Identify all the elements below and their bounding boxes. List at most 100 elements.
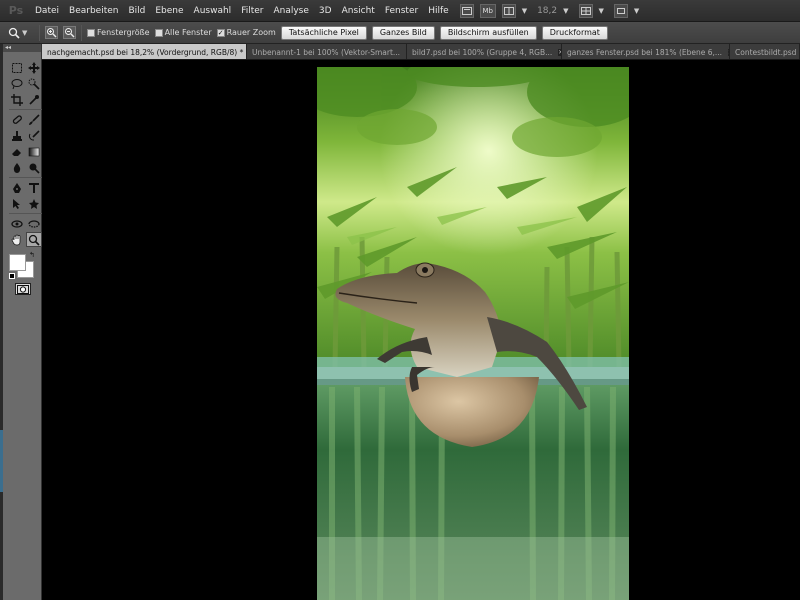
chevron-down-icon[interactable]: ▼ [634,7,639,15]
eyedropper-icon [29,94,39,105]
eyedropper-tool[interactable] [26,92,42,107]
quick-selection-tool[interactable] [26,76,42,91]
healing-brush-tool[interactable] [9,112,25,127]
lasso-icon [11,78,23,89]
zoom-tool[interactable] [26,232,42,247]
3d-camera-tool[interactable] [26,216,42,231]
fill-screen-button[interactable]: Bildschirm ausfüllen [439,25,537,40]
pen-tool[interactable] [9,180,25,195]
type-tool[interactable] [26,180,42,195]
mini-bridge-label: Mb [482,6,493,15]
screen-mode-icon [616,7,625,14]
menu-3d[interactable]: 3D [314,0,337,22]
fit-screen-button[interactable]: Ganzes Bild [371,25,435,40]
stamp-icon [12,130,22,141]
chevron-down-icon: ▼ [22,28,28,37]
dodge-icon [29,163,40,174]
checkbox-box[interactable] [154,28,163,37]
marquee-tool[interactable] [9,60,25,75]
3d-rotate-tool[interactable] [9,216,25,231]
bridge-button[interactable] [459,3,474,18]
menu-bar: Ps Datei Bearbeiten Bild Ebene Auswahl F… [0,0,800,22]
tab-label: bild7.psd bei 100% (Gruppe 4, RGB... [412,47,553,57]
quick-selection-icon [28,78,40,90]
options-bar: ▼ Fenstergröße Alle Fenster ✓ Rauer Zoom… [0,22,800,44]
tab-ganzes-fenster[interactable]: ganzes Fenster.psd bei 181% (Ebene 6,...… [562,44,730,59]
photoshop-window: Ps Datei Bearbeiten Bild Ebene Auswahl F… [0,0,800,600]
hand-tool[interactable] [9,232,25,247]
extras-button[interactable] [501,3,516,18]
checkbox-box[interactable] [87,28,95,37]
healing-brush-icon [12,114,22,124]
foreground-color-swatch[interactable] [9,254,26,271]
grid-icon [503,6,514,15]
type-icon [29,182,39,193]
quick-mask-button[interactable] [15,283,31,295]
arrange-documents-button[interactable] [578,3,593,18]
eraser-tool[interactable] [9,144,25,159]
dodge-tool[interactable] [26,160,42,175]
fenstergroesse-checkbox[interactable]: Fenstergröße [87,28,150,37]
fenstergroesse-label: Fenstergröße [97,28,150,37]
eraser-icon [12,148,21,156]
application-bar: Mb ▼ 18,2 ▼ ▼ ▼ [459,3,639,18]
zoom-in-button[interactable] [45,26,58,39]
menu-items: Datei Bearbeiten Bild Ebene Auswahl Filt… [30,0,454,22]
path-selection-tool[interactable] [9,196,25,211]
menu-ebene[interactable]: Ebene [150,0,188,22]
swap-colors-icon[interactable]: ↰ [29,251,35,259]
menu-datei[interactable]: Datei [30,0,64,22]
tool-divider [9,213,42,215]
clone-stamp-tool[interactable] [9,128,25,143]
zoom-in-icon [47,28,57,38]
menu-bild[interactable]: Bild [123,0,150,22]
menu-bearbeiten[interactable]: Bearbeiten [64,0,123,22]
move-tool[interactable] [26,60,42,75]
chevron-down-icon[interactable]: ▼ [599,7,604,15]
chevron-down-icon[interactable]: ▼ [522,7,527,15]
tab-unbenannt[interactable]: Unbenannt-1 bei 100% (Vektor-Smart... ✕ [247,44,407,59]
mini-bridge-button[interactable]: Mb [479,3,496,18]
path-selection-icon [13,198,20,209]
tab-bild7[interactable]: bild7.psd bei 100% (Gruppe 4, RGB... ✕ [407,44,562,59]
gradient-tool[interactable] [26,144,42,159]
pen-icon [13,182,21,193]
tool-preset-picker[interactable]: ▼ [8,27,34,39]
screen-mode-button[interactable] [613,3,628,18]
chevron-down-icon[interactable]: ▼ [563,7,568,15]
menu-ansicht[interactable]: Ansicht [337,0,380,22]
menu-analyse[interactable]: Analyse [268,0,313,22]
menu-fenster[interactable]: Fenster [380,0,423,22]
brush-tool[interactable] [26,112,42,127]
custom-shape-icon [29,198,39,209]
tools-panel-header[interactable]: ◂◂ [3,44,41,52]
brush-icon [29,113,40,125]
checkbox-box-checked[interactable]: ✓ [216,28,225,37]
blur-tool[interactable] [9,160,25,175]
zoom-level[interactable]: 18,2 [537,6,557,16]
print-size-button[interactable]: Druckformat [541,25,608,40]
separator [39,24,40,41]
tab-contestbild[interactable]: Contestbildt.psd [730,44,800,59]
menu-hilfe[interactable]: Hilfe [423,0,453,22]
document-canvas[interactable] [317,67,629,600]
bridge-icon [461,6,472,15]
tab-label: nachgemacht.psd bei 18,2% (Vordergrund, … [47,47,244,57]
zoom-out-button[interactable] [63,26,76,39]
alle-fenster-checkbox[interactable]: Alle Fenster [154,28,212,37]
menu-auswahl[interactable]: Auswahl [189,0,237,22]
lasso-tool[interactable] [9,76,25,91]
shape-tool[interactable] [26,196,42,211]
rauer-zoom-checkbox[interactable]: ✓ Rauer Zoom [216,28,276,37]
blur-icon [13,162,21,173]
canvas-area[interactable] [42,60,800,600]
history-brush-tool[interactable] [26,128,42,143]
tab-nachgemacht[interactable]: nachgemacht.psd bei 18,2% (Vordergrund, … [42,44,247,59]
alle-fenster-label: Alle Fenster [164,28,212,37]
menu-filter[interactable]: Filter [236,0,268,22]
crop-tool[interactable] [9,92,25,107]
zoom-out-icon [65,28,75,38]
default-colors-button[interactable] [9,273,15,279]
actual-pixels-button[interactable]: Tatsächliche Pixel [280,25,367,40]
3d-orbit-icon [28,219,40,228]
